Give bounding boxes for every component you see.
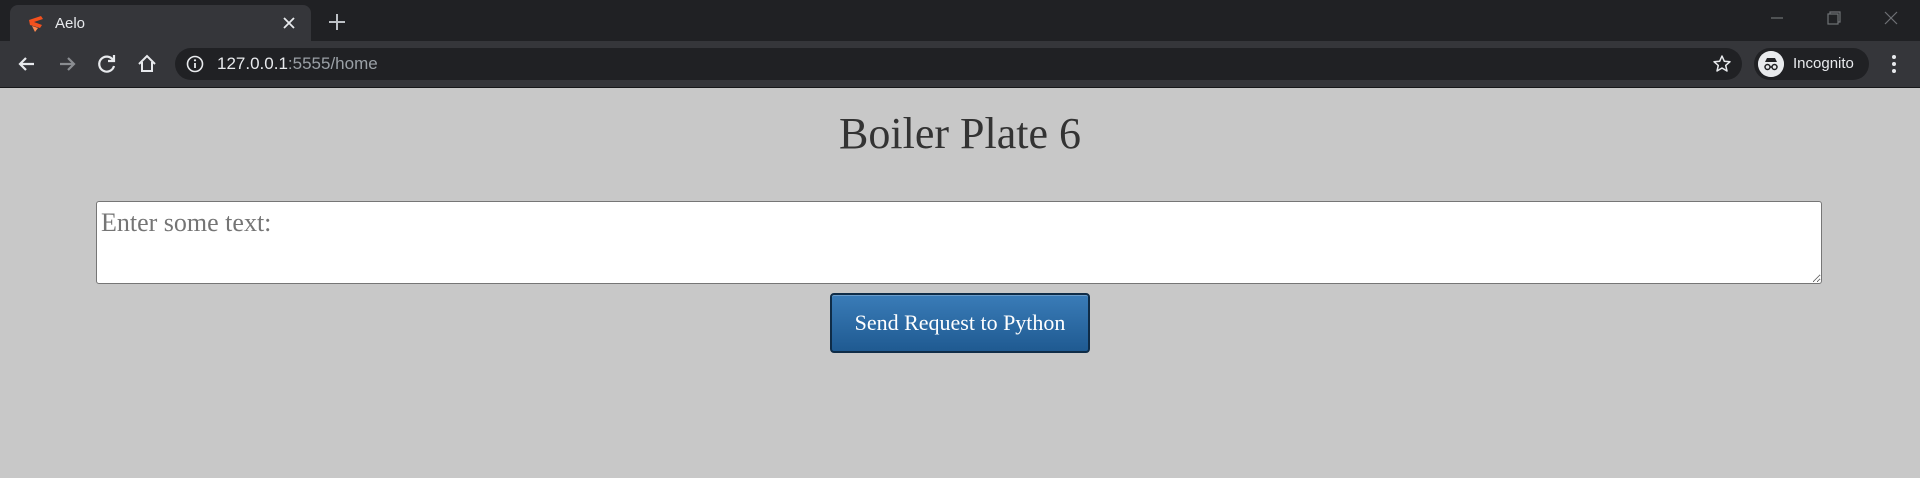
address-bar[interactable]: 127.0.0.1:5555/home <box>175 48 1742 80</box>
reload-icon[interactable] <box>93 50 121 78</box>
home-icon[interactable] <box>133 50 161 78</box>
app-logo-icon <box>29 16 43 32</box>
browser-menu-icon[interactable] <box>1882 50 1906 78</box>
close-window-icon[interactable] <box>1876 6 1906 30</box>
tab-strip: Aelo <box>0 0 1920 41</box>
forward-icon[interactable] <box>53 50 81 78</box>
text-input[interactable] <box>96 201 1822 284</box>
browser-tab[interactable]: Aelo <box>10 5 311 41</box>
minimize-icon[interactable] <box>1762 6 1792 30</box>
tab-title: Aelo <box>55 15 86 32</box>
back-icon[interactable] <box>13 50 41 78</box>
incognito-label: Incognito <box>1793 55 1854 72</box>
url-host: 127.0.0.1 <box>217 54 288 73</box>
site-info-icon[interactable] <box>186 55 204 73</box>
page-title: Boiler Plate 6 <box>839 109 1081 158</box>
url-text[interactable]: 127.0.0.1:5555/home <box>217 48 378 80</box>
incognito-icon <box>1758 51 1784 77</box>
browser-toolbar: 127.0.0.1:5555/home Incognito <box>0 41 1920 88</box>
incognito-profile-button[interactable]: Incognito <box>1754 48 1869 80</box>
bookmark-star-icon[interactable] <box>1712 54 1732 74</box>
restore-icon[interactable] <box>1818 6 1848 30</box>
close-tab-icon[interactable] <box>279 13 299 33</box>
url-path: :5555/home <box>287 54 378 73</box>
new-tab-icon[interactable] <box>325 10 349 34</box>
send-request-button[interactable]: Send Request to Python <box>830 293 1090 353</box>
